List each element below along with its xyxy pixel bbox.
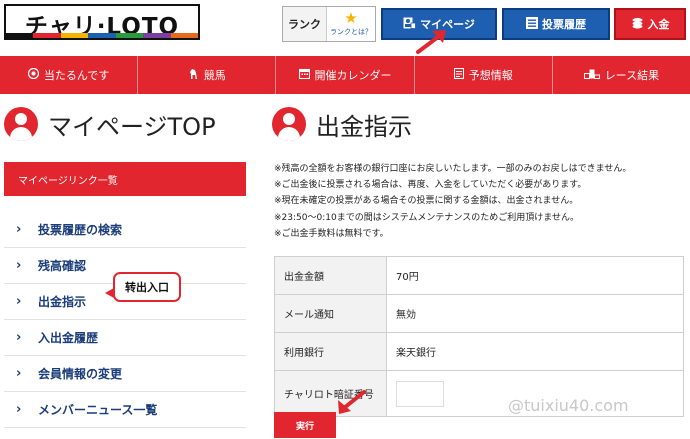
podium-icon [583, 69, 600, 82]
site-logo[interactable]: チャリ·LOTO [4, 4, 200, 40]
notice-line: ※残高の全額をお客様の銀行口座にお戻しいたします。一部のみのお戻しはできません。 [274, 164, 632, 174]
annotation-arrow-icon [416, 30, 446, 54]
sidebar-item-transactions[interactable]: › 入出金履歴 [4, 320, 246, 356]
withdraw-notices: ※残高の全額をお客様の銀行口座にお戻しいたします。一部のみのお戻しはできません。… [274, 161, 688, 242]
chevron-right-icon: › [16, 222, 22, 237]
sidebar-item-label: 出金指示 [38, 295, 87, 309]
nav-item-calendar[interactable]: 開催カレンダー [276, 56, 415, 94]
nav-item-label: 競馬 [203, 69, 226, 82]
sidebar-item-label: 投票履歴の検索 [38, 223, 123, 237]
field-label: 利用銀行 [274, 332, 387, 371]
nav-item-prediction[interactable]: 予想情報 [415, 56, 553, 94]
nav-item-label: 開催カレンダー [314, 69, 392, 82]
nav-item-keiba[interactable]: 競馬 [138, 56, 277, 94]
nav-item-label: レース結果 [604, 69, 660, 82]
sidebar-heading: マイページリンク一覧 [4, 162, 246, 196]
table-row: メール通知 無効 [274, 294, 684, 333]
chevron-right-icon: › [16, 330, 22, 345]
sidebar-item-member-news[interactable]: › メンバーニュース一覧 [4, 392, 246, 428]
vote-history-button-label: 投票履歴 [542, 18, 586, 31]
mail-notice-value: 無効 [386, 294, 684, 333]
user-avatar-icon [272, 107, 306, 141]
field-label: 出金金額 [274, 256, 387, 295]
sidebar-item-label: 残高確認 [38, 259, 87, 273]
mypage-title: マイページTOP [4, 104, 216, 144]
deposit-button-label: 入金 [647, 18, 670, 31]
logo-stripe-segment [88, 33, 116, 38]
notice-line: ※ご出金後に投票される場合は、再度、入金をしていただく必要があります。 [274, 180, 587, 191]
document-icon [453, 67, 464, 82]
page-title-right: 出金指示 [316, 112, 412, 141]
pin-input[interactable] [396, 380, 444, 407]
history-list-icon [526, 16, 538, 32]
main-nav: 当たるんです 競馬 開催カレンダー 予想情報 レース結果 [0, 56, 690, 94]
rank-help-link[interactable]: ランクとは？ [330, 27, 372, 37]
chevron-right-icon: › [16, 402, 22, 417]
sidebar-item-label: メンバーニュース一覧 [38, 403, 158, 417]
logo-stripe-segment [60, 33, 89, 38]
sidebar-item-label: 入出金履歴 [38, 331, 99, 345]
nav-item-atarun[interactable]: 当たるんです [0, 56, 139, 94]
rank-label: ランク [283, 7, 327, 41]
notice-line: ※23:50〜0:10までの間はシステムメンテナンスのためご利用頂けません。 [274, 212, 579, 223]
logo-stripe-segment [33, 33, 61, 38]
rank-widget[interactable]: ランク ★ ランクとは？ [282, 6, 376, 42]
logo-stripe-segment [6, 33, 34, 38]
annotation-arrow-icon [338, 390, 366, 414]
coin-stack-icon [631, 17, 644, 32]
execute-button[interactable]: 実行 [274, 412, 336, 438]
sidebar-links: › 投票履歴の検索 › 残高確認 › 出金指示 › 入出金履歴 › 会員情報の変… [4, 212, 246, 428]
bank-value: 楽天銀行 [386, 332, 684, 371]
target-icon [27, 67, 40, 82]
notice-line: ※ご出金手数料は無料です。 [274, 228, 389, 239]
logo-color-stripe [6, 33, 198, 38]
withdraw-amount-value: 70円 [386, 256, 684, 295]
annotation-callout: 转出入口 [105, 272, 181, 302]
vote-history-button[interactable]: 投票履歴 [502, 8, 610, 40]
deposit-button[interactable]: 入金 [614, 8, 686, 40]
table-row: 出金金額 70円 [274, 256, 684, 295]
nav-item-label: 当たるんです [43, 69, 110, 82]
table-row: 利用銀行 楽天銀行 [274, 332, 684, 371]
nav-item-results[interactable]: レース結果 [553, 56, 690, 94]
chevron-right-icon: › [16, 258, 22, 273]
user-avatar-icon [4, 107, 38, 141]
sidebar-item-vote-search[interactable]: › 投票履歴の検索 [4, 212, 246, 248]
notice-line: ※現在未確定の投票がある場合その投票に関する金額は、出金されません。 [274, 196, 579, 207]
chevron-right-icon: › [16, 366, 22, 381]
sidebar-item-label: 会員情報の変更 [38, 367, 123, 381]
sidebar-item-member-info[interactable]: › 会員情報の変更 [4, 356, 246, 392]
withdraw-title: 出金指示 [272, 104, 412, 144]
nav-item-label: 予想情報 [468, 69, 513, 82]
watermark: @tuixiu40.com [508, 396, 629, 415]
logo-stripe-segment [143, 33, 171, 38]
page-title-left: マイページTOP [48, 112, 216, 141]
star-icon: ★ [344, 9, 358, 27]
logo-stripe-segment [170, 33, 198, 38]
logo-stripe-segment [115, 33, 144, 38]
horse-icon [188, 68, 199, 83]
chevron-right-icon: › [16, 294, 22, 309]
field-label: メール通知 [274, 294, 387, 333]
calendar-icon [298, 68, 310, 82]
